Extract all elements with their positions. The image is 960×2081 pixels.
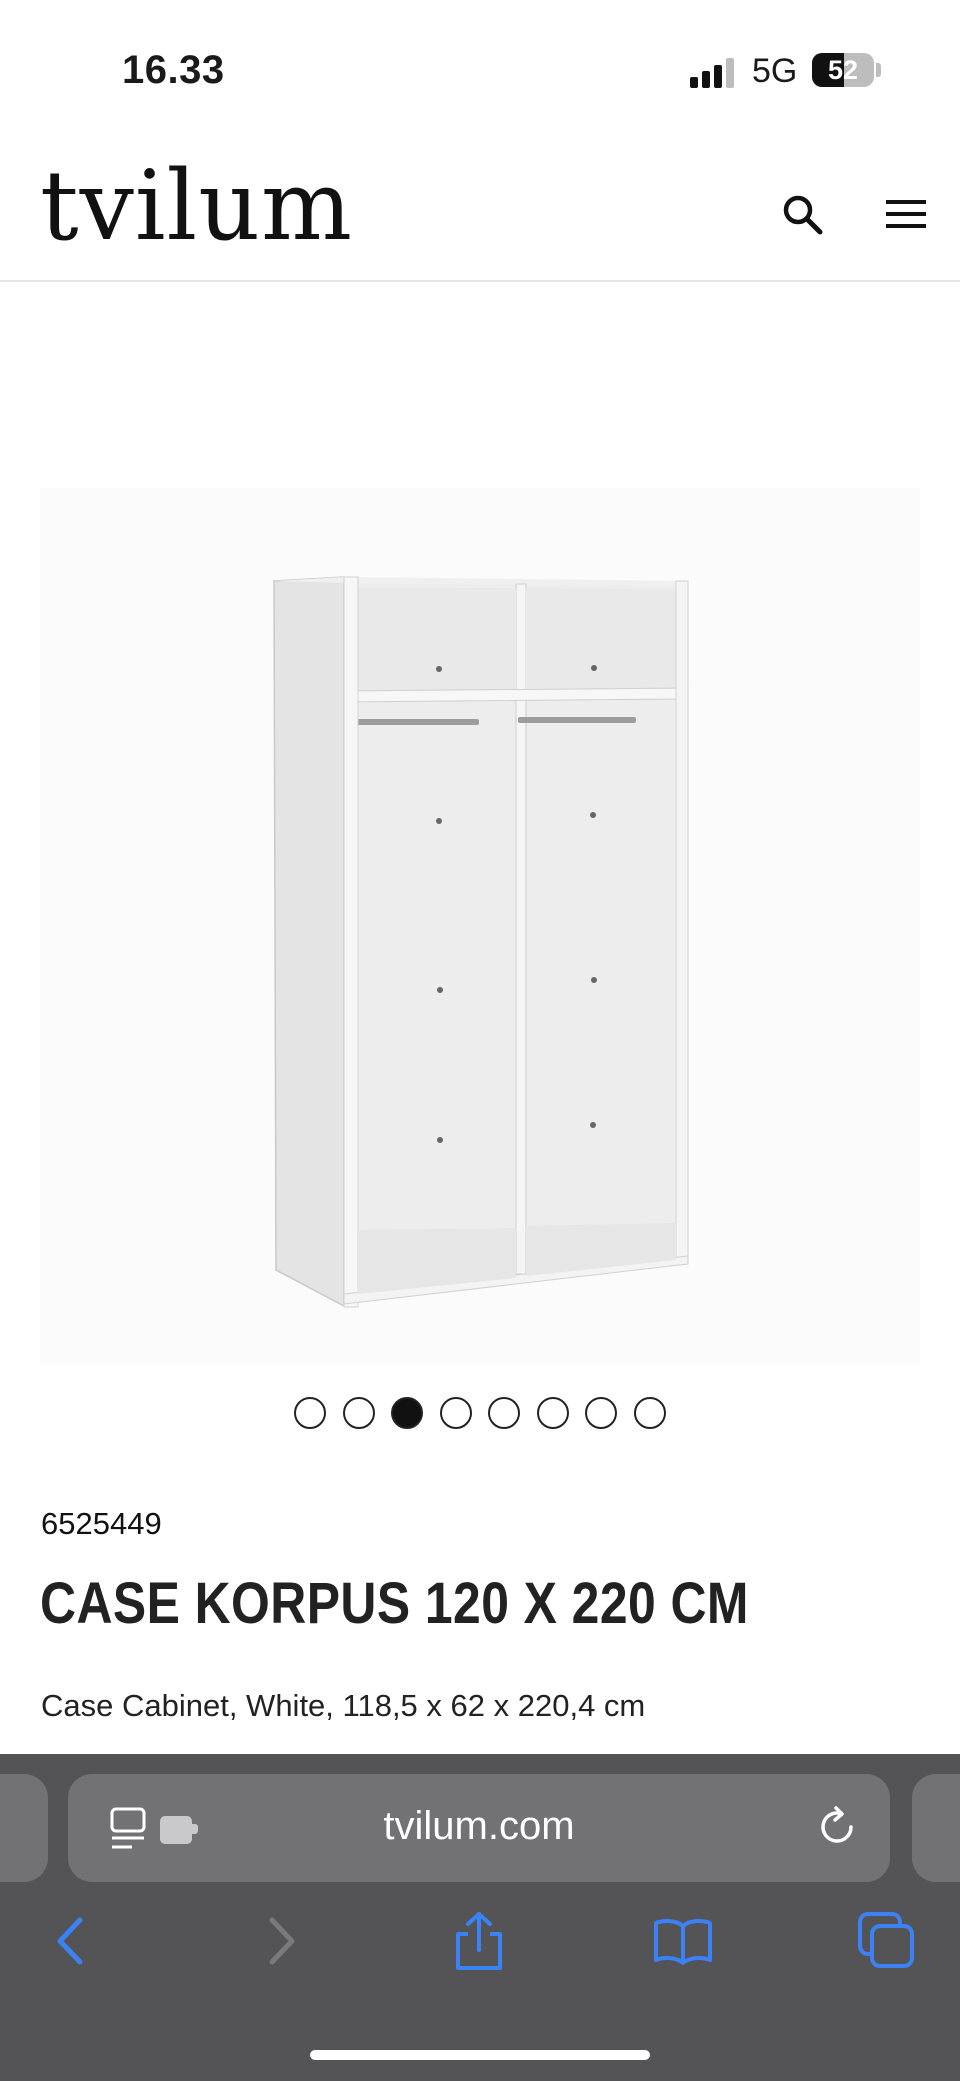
next-tab-preview[interactable] bbox=[912, 1774, 960, 1882]
reload-icon bbox=[821, 1806, 853, 1843]
status-bar: 16.33 5G 52 bbox=[0, 0, 960, 140]
battery-icon: 52 bbox=[812, 53, 874, 87]
network-type: 5G bbox=[752, 52, 798, 90]
carousel-dot[interactable] bbox=[391, 1397, 424, 1429]
product-title: CASE KORPUS 120 X 220 CM bbox=[40, 1571, 749, 1636]
url-text[interactable]: tvilum.com bbox=[68, 1804, 890, 1849]
hamburger-menu-icon bbox=[886, 200, 926, 228]
carousel-dot[interactable] bbox=[342, 1397, 375, 1429]
site-logo[interactable]: tvilum bbox=[40, 158, 353, 254]
share-button[interactable] bbox=[448, 1910, 510, 1972]
forward-button[interactable] bbox=[248, 1910, 310, 1972]
carousel-dot[interactable] bbox=[488, 1397, 521, 1429]
home-indicator bbox=[310, 2050, 650, 2060]
battery-percent: 52 bbox=[827, 55, 859, 85]
site-header: tvilum bbox=[0, 140, 960, 282]
reload-button[interactable] bbox=[814, 1804, 860, 1850]
search-button[interactable] bbox=[778, 190, 828, 240]
bookmarks-button[interactable] bbox=[652, 1910, 714, 1972]
carousel-dot[interactable] bbox=[536, 1397, 569, 1429]
back-button[interactable] bbox=[42, 1910, 104, 1972]
back-icon bbox=[57, 1917, 83, 1965]
tabs-icon bbox=[858, 1912, 914, 1968]
menu-button[interactable] bbox=[880, 192, 934, 236]
carousel-pagination bbox=[0, 1397, 960, 1431]
previous-tab-preview[interactable] bbox=[0, 1774, 48, 1882]
carousel-dot[interactable] bbox=[633, 1397, 666, 1429]
carousel-dot[interactable] bbox=[439, 1397, 472, 1429]
address-bar[interactable]: tvilum.com bbox=[68, 1774, 890, 1882]
product-sku: 6525449 bbox=[41, 1506, 162, 1541]
share-icon bbox=[456, 1912, 502, 1970]
product-description: Case Cabinet, White, 118,5 x 62 x 220,4 … bbox=[41, 1688, 646, 1723]
forward-icon bbox=[269, 1917, 295, 1965]
carousel-dot[interactable] bbox=[585, 1397, 618, 1429]
search-icon bbox=[783, 195, 823, 235]
wardrobe-cabinet-image bbox=[273, 576, 689, 1308]
battery-cap bbox=[876, 63, 881, 77]
bookmarks-icon bbox=[654, 1919, 712, 1965]
carousel-dot[interactable] bbox=[294, 1397, 327, 1429]
cellular-signal-icon bbox=[690, 58, 736, 88]
tabs-button[interactable] bbox=[856, 1910, 918, 1972]
browser-bottom-bar: tvilum.com bbox=[0, 1754, 960, 2081]
product-image-gallery[interactable] bbox=[40, 488, 920, 1364]
status-time: 16.33 bbox=[122, 48, 225, 92]
